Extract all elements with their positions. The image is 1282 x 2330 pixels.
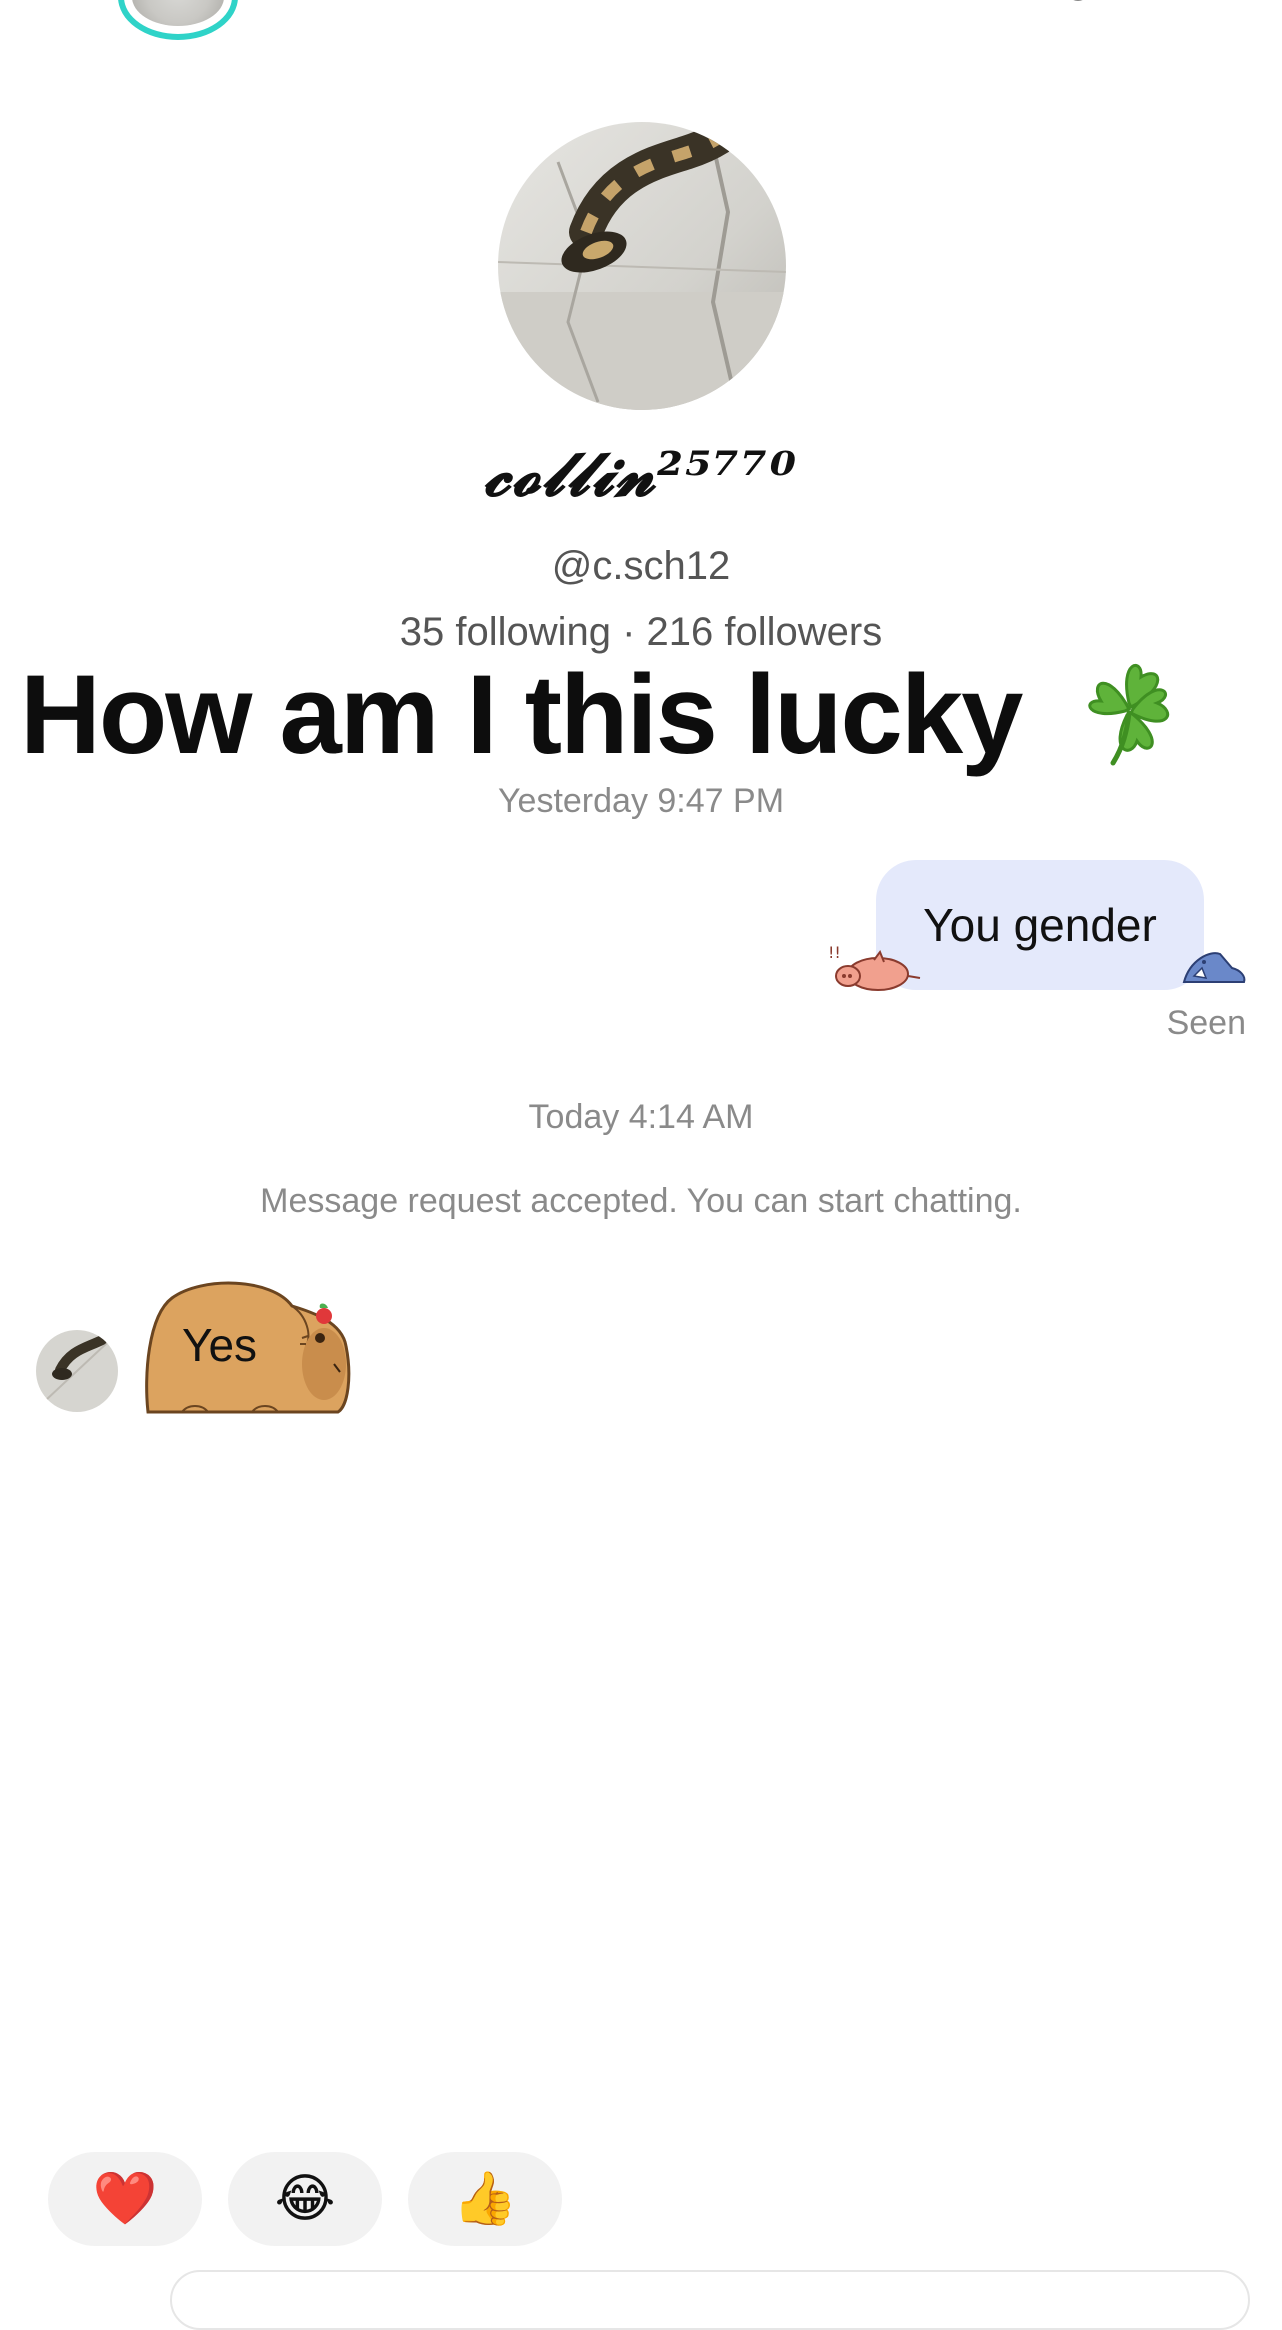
info-icon[interactable] (1056, 0, 1100, 10)
seen-status: Seen (1166, 1004, 1246, 1042)
back-chevron-icon[interactable] (56, 0, 96, 16)
profile-avatar[interactable] (498, 122, 786, 410)
shark-sticker-icon (1180, 940, 1248, 992)
overlay-caption: How am I this lucky (20, 650, 1262, 779)
profile-username: @c.sch12 (551, 544, 731, 588)
incoming-message-text: Yes (182, 1319, 258, 1371)
outgoing-message-bubble[interactable]: You gender (876, 860, 1204, 990)
timestamp-yesterday: Yesterday 9:47 PM (497, 782, 785, 820)
header-avatar[interactable] (118, 0, 238, 40)
four-leaf-clover-icon (1051, 652, 1189, 777)
profile-stats: 35 following · 216 followers (399, 610, 883, 654)
pig-sticker-icon: !! (826, 942, 924, 994)
quick-reaction-thumbs-up[interactable]: 👍 (408, 2152, 562, 2246)
quick-reaction-laugh[interactable]: 😂 (228, 2152, 382, 2246)
system-note: Message request accepted. You can start … (260, 1182, 1022, 1220)
quick-reaction-heart[interactable]: ❤️ (48, 2152, 202, 2246)
svg-text:!!: !! (828, 943, 841, 962)
profile-display-name: 𝓬𝓸𝓵𝓵𝓲𝓷²⁵⁷⁷⁰ (483, 440, 799, 510)
sender-avatar[interactable] (36, 1330, 118, 1412)
overlay-caption-text: How am I this lucky (20, 652, 1023, 777)
message-composer[interactable] (170, 2270, 1250, 2330)
timestamp-today: Today 4:14 AM (528, 1098, 754, 1136)
